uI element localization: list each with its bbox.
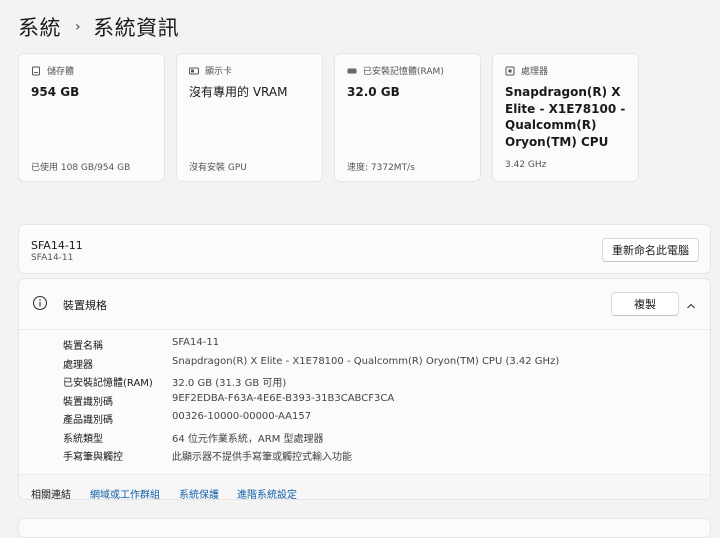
card-label: 儲存體 [47, 67, 75, 77]
card-footer: 速度: 7372MT/s [347, 163, 415, 173]
spec-value: SFA14-11 [172, 337, 220, 348]
card-label: 顯示卡 [205, 67, 233, 77]
spec-value: 9EF2EDBA-F63A-4E6E-B393-31B3CABCF3CA [172, 392, 395, 404]
link-system-protection[interactable]: 系統保護 [179, 486, 219, 499]
chevron-up-icon[interactable] [685, 297, 697, 309]
spec-value: 32.0 GB (31.3 GB 可用) [172, 378, 287, 389]
card-value: 32.0 GB [347, 85, 400, 99]
storage-icon [31, 66, 41, 76]
device-name-panel: SFA14-11 SFA14-11 重新命名此電腦 [18, 224, 711, 274]
spec-value: Snapdragon(R) X Elite - X1E78100 - Qualc… [172, 355, 560, 367]
card-value: Snapdragon(R) X Elite - X1E78100 - Qualc… [505, 85, 626, 149]
related-links-label: 相關連結 [31, 490, 71, 500]
next-panel [18, 518, 711, 538]
card-footer: 已使用 108 GB/954 GB [31, 163, 131, 173]
device-subtitle: SFA14-11 [31, 253, 74, 263]
spec-value: 64 位元作業系統，ARM 型處理器 [172, 433, 324, 445]
related-links: 相關連結 網域或工作群組 系統保護 進階系統設定 [19, 474, 710, 500]
page-title: 系統資訊 [93, 16, 180, 40]
spec-key: 已安裝記憶體(RAM) [63, 378, 153, 389]
display-card: 顯示卡 沒有專用的 VRAM 沒有安裝 GPU [176, 53, 323, 182]
rename-pc-button[interactable]: 重新命名此電腦 [602, 238, 699, 262]
card-value: 954 GB [31, 85, 80, 99]
spec-key: 系統類型 [63, 433, 103, 445]
card-footer: 沒有安裝 GPU [189, 163, 247, 173]
specs-title: 裝置規格 [63, 299, 107, 312]
spec-value: 00326-10000-00000-AA157 [172, 411, 312, 422]
processor-icon [505, 66, 515, 76]
spec-value: 此顯示器不提供手寫筆或觸控式輸入功能 [172, 452, 352, 463]
card-footer: 3.42 GHz [505, 160, 547, 170]
memory-card: 已安裝記憶體(RAM) 32.0 GB 速度: 7372MT/s [334, 53, 481, 182]
spec-key: 手寫筆與觸控 [63, 452, 123, 463]
storage-card: 儲存體 954 GB 已使用 108 GB/954 GB [18, 53, 165, 182]
spec-key: 產品識別碼 [63, 415, 113, 426]
memory-icon [347, 66, 357, 76]
processor-card: 處理器 Snapdragon(R) X Elite - X1E78100 - Q… [492, 53, 639, 182]
breadcrumb: 系統 › 系統資訊 [18, 12, 179, 42]
device-name: SFA14-11 [31, 239, 83, 252]
spec-key: 處理器 [63, 359, 93, 371]
link-advanced-system-settings[interactable]: 進階系統設定 [237, 486, 297, 499]
card-label: 已安裝記憶體(RAM) [363, 67, 444, 77]
display-icon [189, 66, 199, 76]
card-label: 處理器 [521, 67, 549, 77]
card-value: 沒有專用的 VRAM [189, 85, 288, 99]
spec-key: 裝置識別碼 [63, 396, 113, 408]
link-domain-workgroup[interactable]: 網域或工作群組 [90, 486, 160, 499]
device-specs-header[interactable]: 裝置規格 複製 [19, 279, 710, 330]
spec-key: 裝置名稱 [63, 341, 103, 352]
info-icon [32, 295, 48, 311]
copy-button[interactable]: 複製 [611, 292, 679, 316]
breadcrumb-parent[interactable]: 系統 [18, 12, 61, 42]
chevron-right-icon: › [75, 19, 82, 35]
device-specs-panel: 裝置規格 複製 裝置名稱 SFA14-11 處理器 Snapdragon(R) X … [18, 278, 711, 500]
